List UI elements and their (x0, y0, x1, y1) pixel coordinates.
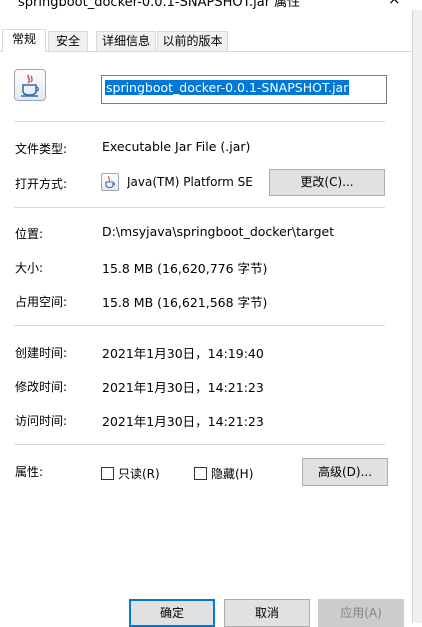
accessed-label: 访问时间: (15, 414, 68, 428)
java-app-icon (101, 173, 119, 191)
size-on-disk-value: 15.8 MB (16,621,568 字节) (102, 295, 268, 310)
tab-details[interactable]: 详细信息 (96, 31, 156, 51)
separator (14, 207, 385, 208)
accessed-value: 2021年1月30日，14:21:23 (102, 414, 264, 429)
size-value: 15.8 MB (16,620,776 字节) (102, 261, 268, 276)
opens-with-app: Java(TM) Platform SE binary (127, 175, 257, 189)
checkbox-box[interactable] (101, 467, 114, 480)
file-type-label: 文件类型: (15, 142, 68, 156)
checkbox-box[interactable] (194, 467, 207, 480)
separator (14, 121, 385, 122)
title-bar: springboot_docker-0.0.1-SNAPSHOT.jar 属性 … (0, 0, 422, 10)
advanced-button[interactable]: 高级(D)... (302, 458, 388, 486)
window-frame-right (412, 10, 422, 623)
created-value: 2021年1月30日，14:19:40 (102, 346, 264, 361)
location-label: 位置: (15, 227, 44, 241)
tab-general[interactable]: 常规 (2, 29, 46, 52)
window-title: springboot_docker-0.0.1-SNAPSHOT.jar 属性 (18, 0, 301, 10)
tab-security[interactable]: 安全 (48, 31, 88, 51)
location-value: D:\msyjava\springboot_docker\target (102, 224, 335, 239)
file-type-value: Executable Jar File (.jar) (102, 139, 251, 154)
close-icon[interactable]: × (388, 0, 401, 8)
separator (14, 444, 385, 445)
size-on-disk-label: 占用空间: (15, 295, 68, 309)
readonly-checkbox[interactable]: 只读(R) (101, 465, 160, 482)
hidden-label: 隐藏(H) (211, 467, 254, 481)
hidden-checkbox[interactable]: 隐藏(H) (194, 465, 253, 482)
file-name-selection: springboot_docker-0.0.1-SNAPSHOT.jar (105, 80, 350, 95)
modified-value: 2021年1月30日，14:21:23 (102, 380, 264, 395)
separator (14, 325, 385, 326)
size-label: 大小: (15, 261, 44, 275)
opens-with-label: 打开方式: (15, 177, 68, 191)
readonly-label: 只读(R) (118, 467, 160, 481)
tab-divider (0, 51, 412, 52)
created-label: 创建时间: (15, 346, 68, 360)
java-file-icon (14, 69, 46, 101)
tab-previous-versions[interactable]: 以前的版本 (157, 31, 228, 51)
attributes-label: 属性: (15, 465, 44, 479)
modified-label: 修改时间: (15, 380, 68, 394)
file-name-input[interactable]: springboot_docker-0.0.1-SNAPSHOT.jar (101, 75, 387, 104)
change-button[interactable]: 更改(C)... (269, 169, 385, 196)
